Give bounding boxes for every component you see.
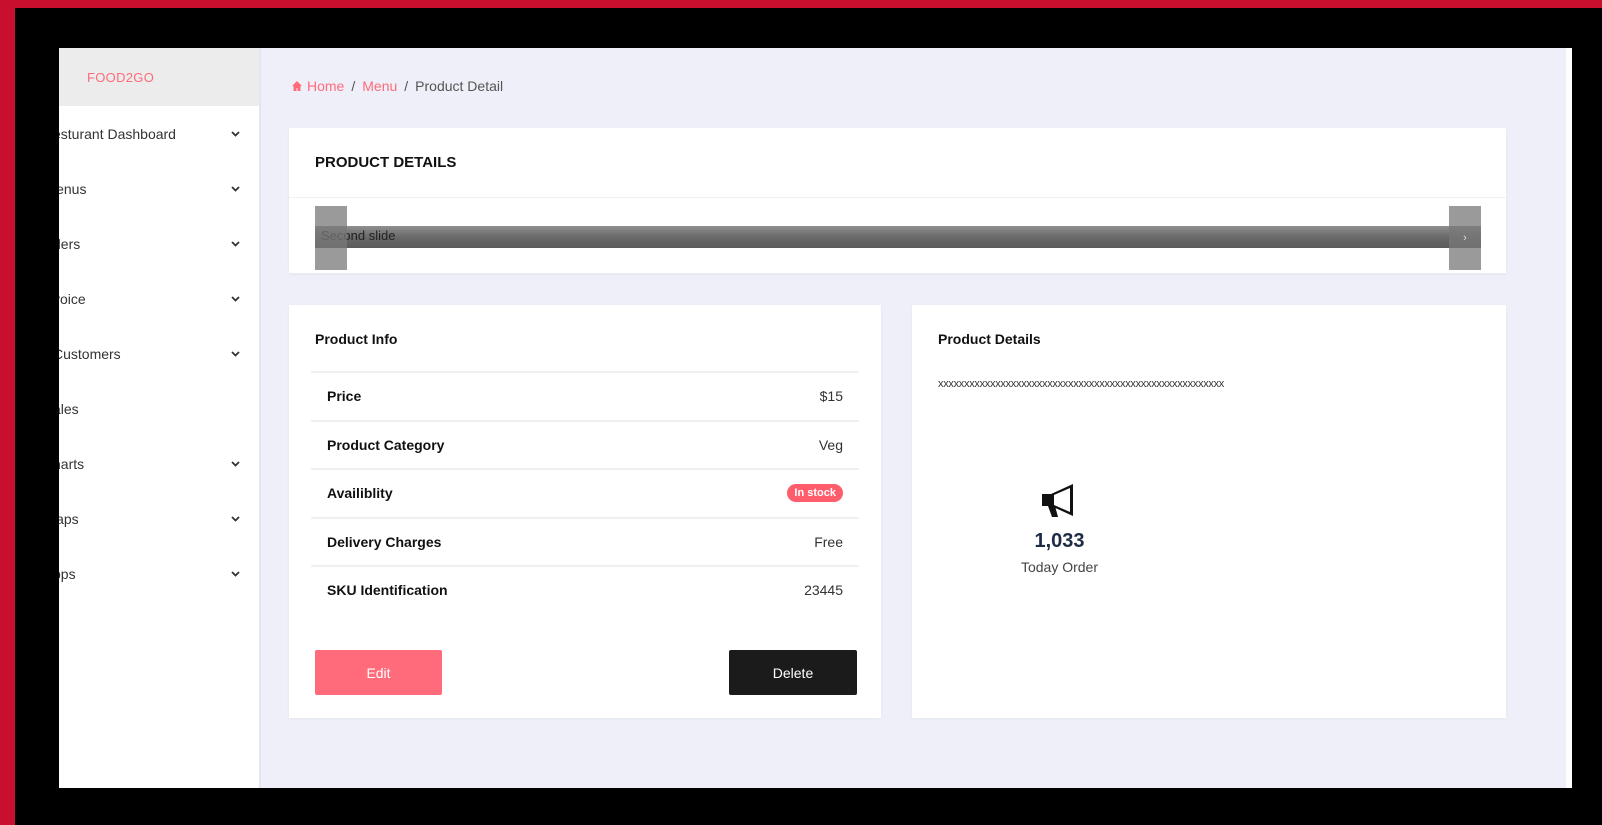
carousel-prev-button[interactable] [315,206,347,270]
card-title: Product Info [315,331,398,347]
sidebar-item-label: Customers [59,345,121,362]
breadcrumb-separator: / [351,78,356,94]
product-details-header-card: PRODUCT DETAILS Second slide › [289,128,1506,273]
today-order-stat: 1,033 Today Order [1002,480,1117,575]
home-icon [292,81,302,91]
sidebar-item-maps[interactable]: laps [59,491,259,546]
chevron-down-icon [229,128,241,140]
sidebar-item-sales[interactable]: ales [59,381,259,436]
sidebar-item-charts[interactable]: harts [59,436,259,491]
sidebar-item-restaurant-dashboard[interactable]: esturant Dashboard [59,106,259,161]
row-value: $15 [819,388,843,405]
card-title: PRODUCT DETAILS [289,128,1506,198]
sidebar-item-customers[interactable]: Customers [59,326,259,381]
sidebar: FOOD2GO esturant Dashboard lenus ders vo… [59,48,261,788]
sidebar-item-label: laps [59,510,79,527]
chevron-down-icon [229,238,241,250]
row-value: Free [814,533,843,550]
breadcrumb-current: Product Detail [415,78,504,94]
chevron-down-icon [229,458,241,470]
row-key: Availiblity [327,485,393,502]
row-key: Product Category [327,436,445,453]
row-value: 23445 [804,582,843,599]
table-row: Delivery Charges Free [311,516,859,566]
row-key: Delivery Charges [327,533,442,550]
sidebar-item-label: ales [59,400,79,417]
scrollbar-track[interactable] [1566,48,1572,788]
table-row: Product Category Veg [311,419,859,469]
sidebar-item-menus[interactable]: lenus [59,161,259,216]
status-badge: In stock [787,484,843,503]
stat-label: Today Order [1020,559,1099,575]
chevron-down-icon [229,348,241,360]
chevron-down-icon [229,513,241,525]
table-row: SKU Identification 23445 [311,565,859,614]
table-row: Availiblity In stock [311,468,859,517]
sidebar-item-label: esturant Dashboard [59,125,176,142]
row-key: SKU Identification [327,582,448,599]
product-info-card: Product Info Price $15 Product Category … [289,305,881,718]
sidebar-item-apps[interactable]: pps [59,546,259,601]
main-content: Home / Menu / Product Detail PRODUCT DET… [261,48,1572,788]
stat-value: 1,033 [1034,530,1085,552]
sidebar-item-orders[interactable]: ders [59,216,259,271]
breadcrumb-menu-link[interactable]: Menu [362,78,397,94]
product-details-card: Product Details xxxxxxxxxxxxxxxxxxxxxxxx… [912,305,1506,718]
sidebar-item-invoice[interactable]: voice [59,271,259,326]
chevron-down-icon [229,183,241,195]
row-value: Veg [818,436,843,453]
product-carousel: Second slide › [315,206,1481,270]
megaphone-icon [1041,484,1073,517]
brand-logo[interactable]: FOOD2GO [59,48,259,106]
delete-button[interactable]: Delete [729,650,857,695]
row-key: Price [327,388,362,405]
sidebar-item-label: lenus [59,180,87,197]
breadcrumb-home-label: Home [307,78,345,94]
chevron-right-icon: › [1463,232,1467,244]
frame-border-left [0,0,15,825]
sidebar-item-label: ders [59,235,81,252]
product-description: xxxxxxxxxxxxxxxxxxxxxxxxxxxxxxxxxxxxxxxx… [938,378,1225,390]
chevron-down-icon [229,293,241,305]
card-title: Product Details [938,331,1041,347]
app-window: FOOD2GO esturant Dashboard lenus ders vo… [59,48,1572,788]
breadcrumb: Home / Menu / Product Detail [291,78,503,94]
edit-button[interactable]: Edit [315,650,442,695]
frame-border-top [0,0,1602,8]
carousel-next-button[interactable]: › [1449,206,1481,270]
sidebar-item-label: harts [59,455,85,472]
table-row: Price $15 [311,371,859,420]
carousel-slide-image [315,226,1481,248]
breadcrumb-separator: / [404,78,409,94]
chevron-down-icon [229,568,241,580]
breadcrumb-home-link[interactable]: Home [291,78,344,94]
sidebar-item-label: pps [59,565,76,582]
product-info-table: Price $15 Product Category Veg Availibli… [311,371,859,614]
sidebar-item-label: voice [59,290,86,307]
